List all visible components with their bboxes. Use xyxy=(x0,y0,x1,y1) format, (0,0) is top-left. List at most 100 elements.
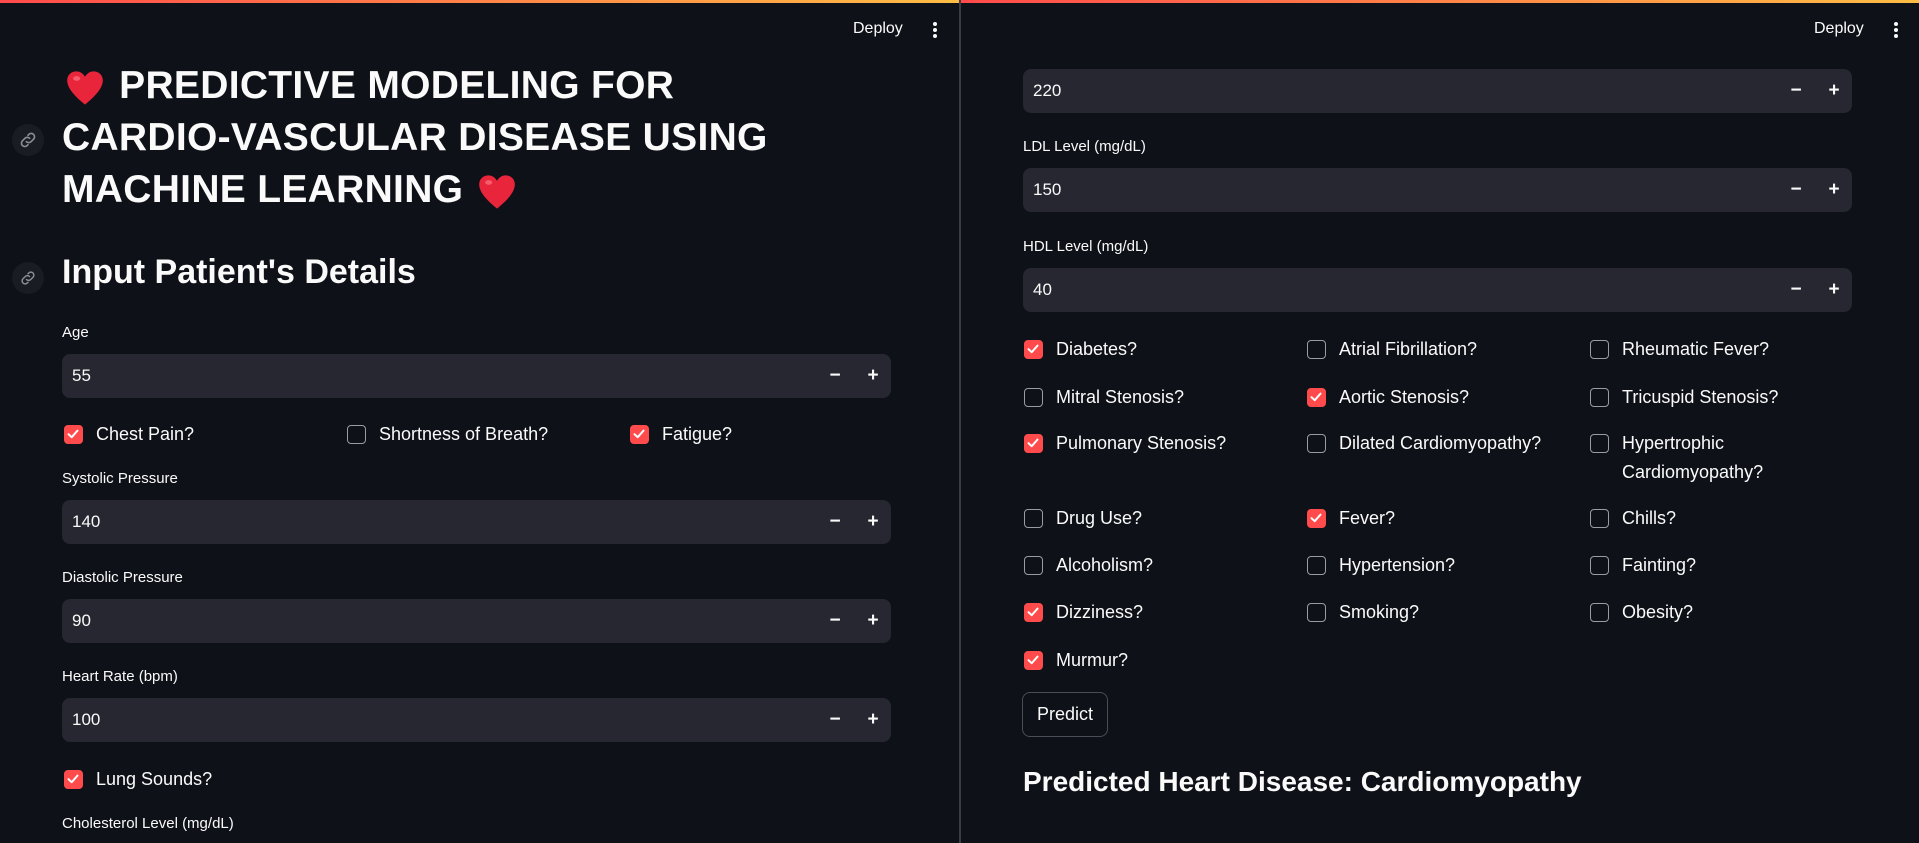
checkbox-dizziness[interactable]: Dizziness? xyxy=(1024,602,1143,627)
cholesterol-value[interactable]: 220 xyxy=(1033,69,1061,113)
checkbox-box[interactable] xyxy=(1024,556,1043,575)
checkbox-box[interactable] xyxy=(1590,603,1609,622)
checkbox-box[interactable] xyxy=(1307,509,1326,528)
minus-button[interactable]: − xyxy=(817,698,853,742)
checkbox-shortness-of-breath[interactable]: Shortness of Breath? xyxy=(347,424,548,449)
diastolic-value[interactable]: 90 xyxy=(72,599,91,643)
checkbox-lung-sounds[interactable]: Lung Sounds? xyxy=(64,769,212,794)
checkbox-chills[interactable]: Chills? xyxy=(1590,508,1676,533)
checkbox-box[interactable] xyxy=(1590,556,1609,575)
checkbox-alcoholism[interactable]: Alcoholism? xyxy=(1024,555,1153,580)
checkmark-icon xyxy=(1027,344,1039,354)
ldl-label: LDL Level (mg/dL) xyxy=(1023,138,1146,155)
plus-button[interactable]: + xyxy=(1816,268,1852,312)
checkbox-box[interactable] xyxy=(1024,388,1043,407)
checkbox-mitral-stenosis[interactable]: Mitral Stenosis? xyxy=(1024,387,1184,412)
checkbox-box[interactable] xyxy=(1024,651,1043,670)
checkbox-diabetes[interactable]: Diabetes? xyxy=(1024,339,1137,364)
plus-button[interactable]: + xyxy=(855,698,891,742)
plus-button[interactable]: + xyxy=(855,354,891,398)
checkbox-dilated-cardiomyopathy[interactable]: Dilated Cardiomyopathy? xyxy=(1307,433,1541,458)
heart-rate-input[interactable]: 100 − + xyxy=(62,698,891,742)
checkmark-icon xyxy=(1027,655,1039,665)
systolic-input[interactable]: 140 − + xyxy=(62,500,891,544)
checkmark-icon xyxy=(67,774,79,784)
cholesterol-input[interactable]: 220 − + xyxy=(1023,69,1852,113)
checkbox-box[interactable] xyxy=(1307,434,1326,453)
link-icon[interactable] xyxy=(12,262,44,294)
checkmark-icon xyxy=(633,429,645,439)
minus-button[interactable]: − xyxy=(1778,69,1814,113)
checkbox-box[interactable] xyxy=(1590,434,1609,453)
predict-button[interactable]: Predict xyxy=(1022,692,1108,737)
deploy-button[interactable]: Deploy xyxy=(1814,20,1864,38)
hdl-value[interactable]: 40 xyxy=(1033,268,1052,312)
checkbox-tricuspid-stenosis[interactable]: Tricuspid Stenosis? xyxy=(1590,387,1778,412)
checkbox-smoking[interactable]: Smoking? xyxy=(1307,602,1419,627)
checkbox-box[interactable] xyxy=(1024,434,1043,453)
checkbox-hypertrophic-cardiomyopathy[interactable]: Hypertrophic Cardiomyopathy? xyxy=(1590,433,1770,487)
kebab-menu-icon[interactable] xyxy=(1886,20,1906,42)
minus-button[interactable]: − xyxy=(817,500,853,544)
checkbox-fainting[interactable]: Fainting? xyxy=(1590,555,1696,580)
minus-button[interactable]: − xyxy=(817,599,853,643)
checkbox-atrial-fibrillation[interactable]: Atrial Fibrillation? xyxy=(1307,339,1477,364)
checkbox-box[interactable] xyxy=(347,425,366,444)
checkbox-obesity[interactable]: Obesity? xyxy=(1590,602,1693,627)
checkbox-box[interactable] xyxy=(1024,340,1043,359)
checkbox-label: Aortic Stenosis? xyxy=(1339,387,1470,407)
checkbox-box[interactable] xyxy=(1307,388,1326,407)
checkbox-box[interactable] xyxy=(1307,556,1326,575)
checkbox-fever[interactable]: Fever? xyxy=(1307,508,1395,533)
hdl-input[interactable]: 40 − + xyxy=(1023,268,1852,312)
page-title-text: PREDICTIVE MODELING FOR CARDIO-VASCULAR … xyxy=(62,64,768,211)
plus-button[interactable]: + xyxy=(855,599,891,643)
checkbox-murmur[interactable]: Murmur? xyxy=(1024,650,1128,675)
checkbox-drug-use[interactable]: Drug Use? xyxy=(1024,508,1142,533)
checkbox-hypertension[interactable]: Hypertension? xyxy=(1307,555,1455,580)
checkbox-label: Smoking? xyxy=(1339,602,1420,622)
checkbox-label: Dilated Cardiomyopathy? xyxy=(1339,433,1542,453)
checkbox-box[interactable] xyxy=(64,425,83,444)
checkbox-rheumatic-fever[interactable]: Rheumatic Fever? xyxy=(1590,339,1769,364)
checkbox-box[interactable] xyxy=(1307,340,1326,359)
checkbox-label: Obesity? xyxy=(1622,602,1694,622)
kebab-menu-icon[interactable] xyxy=(925,20,945,42)
checkbox-chest-pain[interactable]: Chest Pain? xyxy=(64,424,194,449)
heart-rate-value[interactable]: 100 xyxy=(72,698,100,742)
checkbox-label: Fatigue? xyxy=(662,424,733,444)
age-input[interactable]: 55 − + xyxy=(62,354,891,398)
ldl-input[interactable]: 150 − + xyxy=(1023,168,1852,212)
checkbox-box[interactable] xyxy=(630,425,649,444)
heart-rate-label: Heart Rate (bpm) xyxy=(62,668,178,685)
age-value[interactable]: 55 xyxy=(72,354,91,398)
checkbox-box[interactable] xyxy=(1590,340,1609,359)
checkbox-box[interactable] xyxy=(64,770,83,789)
minus-button[interactable]: − xyxy=(1778,168,1814,212)
checkbox-pulmonary-stenosis[interactable]: Pulmonary Stenosis? xyxy=(1024,433,1226,458)
ldl-value[interactable]: 150 xyxy=(1033,168,1061,212)
plus-button[interactable]: + xyxy=(855,500,891,544)
systolic-value[interactable]: 140 xyxy=(72,500,100,544)
minus-button[interactable]: − xyxy=(1778,268,1814,312)
minus-button[interactable]: − xyxy=(817,354,853,398)
checkbox-box[interactable] xyxy=(1307,603,1326,622)
diastolic-input[interactable]: 90 − + xyxy=(62,599,891,643)
checkbox-label: Diabetes? xyxy=(1056,339,1138,359)
checkbox-label: Dizziness? xyxy=(1056,602,1144,622)
checkbox-box[interactable] xyxy=(1024,509,1043,528)
checkbox-box[interactable] xyxy=(1024,603,1043,622)
checkbox-fatigue[interactable]: Fatigue? xyxy=(630,424,732,449)
plus-button[interactable]: + xyxy=(1816,168,1852,212)
plus-button[interactable]: + xyxy=(1816,69,1852,113)
checkbox-label: Drug Use? xyxy=(1056,508,1143,528)
checkbox-label: Murmur? xyxy=(1056,650,1129,670)
checkbox-label: Alcoholism? xyxy=(1056,555,1154,575)
checkbox-box[interactable] xyxy=(1590,509,1609,528)
link-icon[interactable] xyxy=(12,124,44,156)
checkbox-aortic-stenosis[interactable]: Aortic Stenosis? xyxy=(1307,387,1469,412)
checkbox-label: Fever? xyxy=(1339,508,1396,528)
deploy-button[interactable]: Deploy xyxy=(853,20,903,38)
checkbox-box[interactable] xyxy=(1590,388,1609,407)
checkbox-label: Rheumatic Fever? xyxy=(1622,339,1770,359)
